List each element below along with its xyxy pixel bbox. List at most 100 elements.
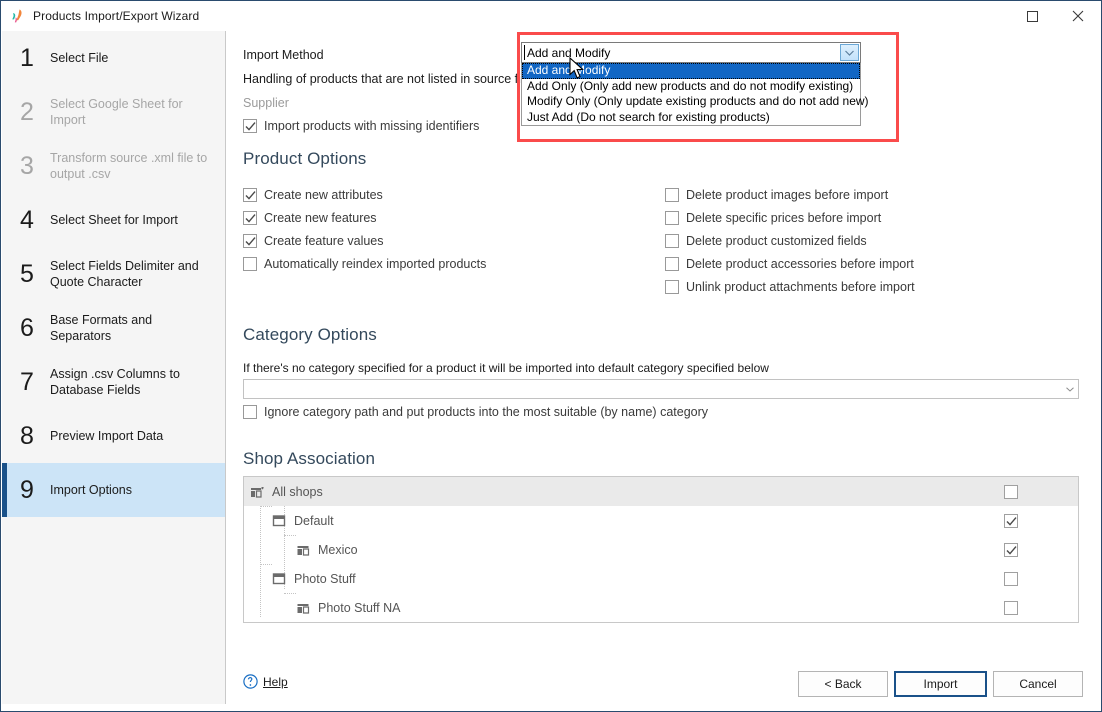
help-link[interactable]: Help — [243, 674, 288, 689]
step-number: 8 — [20, 421, 34, 450]
checkbox-label: Create new attributes — [264, 188, 383, 202]
feather-icon — [9, 8, 25, 24]
tree-checkbox-cell[interactable] — [943, 535, 1078, 564]
checkbox-ignore-category-path[interactable]: Ignore category path and put products in… — [243, 405, 708, 419]
tree-checkbox[interactable] — [1004, 571, 1018, 586]
back-button[interactable]: < Back — [798, 671, 888, 697]
checkbox-label: Delete product images before import — [686, 188, 889, 202]
checkbox-create-feature-values[interactable]: Create feature values — [243, 234, 384, 248]
sidebar-item-assign-columns[interactable]: 7 Assign .csv Columns to Database Fields — [2, 355, 225, 409]
chevron-down-icon[interactable] — [840, 44, 859, 61]
sidebar-item-fields-delimiter[interactable]: 5 Select Fields Delimiter and Quote Char… — [2, 247, 225, 301]
checkbox-auto-reindex[interactable]: Automatically reindex imported products — [243, 257, 486, 271]
checkbox-delete-accessories[interactable]: Delete product accessories before import — [665, 257, 914, 271]
step-label: Preview Import Data — [50, 429, 164, 443]
dropdown-option[interactable]: Just Add (Do not search for existing pro… — [522, 110, 860, 126]
supplier-label: Supplier — [243, 96, 289, 110]
checkbox-label: Delete specific prices before import — [686, 211, 882, 225]
checkbox-create-new-features[interactable]: Create new features — [243, 211, 377, 225]
dropdown-option[interactable]: Add and Modify — [522, 63, 860, 79]
checkbox-label: Delete product accessories before import — [686, 257, 914, 271]
table-row[interactable]: All shops — [244, 477, 1078, 506]
step-label: Import Options — [50, 483, 132, 497]
checkbox-delete-product-images[interactable]: Delete product images before import — [665, 188, 888, 202]
footer-bar: Help < Back Import Cancel — [227, 661, 1101, 711]
checkbox-create-new-attributes[interactable]: Create new attributes — [243, 188, 383, 202]
question-circle-icon — [243, 674, 258, 689]
default-category-combobox[interactable] — [243, 379, 1079, 399]
table-row[interactable]: Photo Stuff NA — [244, 593, 1078, 622]
checkbox-import-missing-identifiers[interactable]: Import products with missing identifiers — [243, 119, 479, 133]
checkbox-delete-specific-prices[interactable]: Delete specific prices before import — [665, 211, 881, 225]
table-row[interactable]: Mexico — [244, 535, 1078, 564]
checkbox-box — [665, 188, 679, 202]
checkbox-label: Unlink product attachments before import — [686, 280, 915, 294]
shop-association-heading: Shop Association — [243, 449, 376, 468]
sidebar-item-select-sheet[interactable]: 4 Select Sheet for Import — [2, 193, 225, 247]
sidebar-item-preview-import-data[interactable]: 8 Preview Import Data — [2, 409, 225, 463]
step-number: 3 — [20, 151, 34, 180]
checkbox-delete-customized-fields[interactable]: Delete product customized fields — [665, 234, 867, 248]
sidebar-item-transform-xml[interactable]: 3 Transform source .xml file to output .… — [2, 139, 225, 193]
close-icon[interactable] — [1055, 1, 1101, 31]
window-controls — [1009, 1, 1101, 31]
checkbox-box — [243, 234, 257, 248]
import-method-label: Import Method — [243, 48, 324, 62]
import-button[interactable]: Import — [894, 671, 987, 697]
tree-checkbox-cell[interactable] — [943, 506, 1078, 535]
cancel-button-label: Cancel — [1019, 677, 1057, 691]
import-method-dropdown[interactable]: Add and Modify Add and Modify Add Only (… — [521, 42, 869, 126]
tree-checkbox[interactable] — [1004, 542, 1018, 557]
dropdown-option[interactable]: Add Only (Only add new products and do n… — [522, 79, 860, 95]
tree-checkbox-cell[interactable] — [943, 564, 1078, 593]
title-bar: Products Import/Export Wizard — [1, 1, 1101, 31]
tree-item-label: Default — [294, 513, 334, 528]
wizard-steps-sidebar: 1 Select File 2 Select Google Sheet for … — [2, 31, 226, 704]
tree-checkbox[interactable] — [1004, 513, 1018, 528]
sidebar-item-select-google-sheet[interactable]: 2 Select Google Sheet for Import — [2, 85, 225, 139]
table-row[interactable]: Photo Stuff — [244, 564, 1078, 593]
checkbox-label: Automatically reindex imported products — [264, 257, 487, 271]
tree-checkbox-cell[interactable] — [943, 477, 1078, 506]
step-number: 2 — [20, 97, 34, 126]
text-caret — [524, 45, 525, 60]
shops-group-icon — [296, 543, 311, 556]
step-number: 4 — [20, 205, 34, 234]
import-button-label: Import — [923, 677, 958, 691]
checkbox-label: Delete product customized fields — [686, 234, 867, 248]
checkbox-unlink-attachments[interactable]: Unlink product attachments before import — [665, 280, 915, 294]
tree-item-label: Mexico — [318, 542, 358, 557]
checkbox-box — [243, 119, 257, 133]
dropdown-option[interactable]: Modify Only (Only update existing produc… — [522, 94, 869, 110]
import-method-dropdown-field[interactable]: Add and Modify — [521, 42, 861, 63]
checkbox-label: Create new features — [264, 211, 377, 225]
shop-association-tree[interactable]: All shops Default Mexico Photo Stuff Pho… — [243, 476, 1079, 623]
checkbox-label: Create feature values — [264, 234, 384, 248]
shop-icon — [272, 572, 287, 585]
step-number: 9 — [20, 475, 34, 504]
checkbox-box — [243, 211, 257, 225]
cancel-button[interactable]: Cancel — [993, 671, 1083, 697]
sidebar-item-select-file[interactable]: 1 Select File — [2, 31, 225, 85]
step-label: Select Sheet for Import — [50, 213, 178, 227]
chevron-down-icon[interactable] — [1062, 380, 1078, 398]
step-label: Base Formats and Separators — [50, 313, 153, 343]
sidebar-item-base-formats[interactable]: 6 Base Formats and Separators — [2, 301, 225, 355]
import-method-selected-value: Add and Modify — [527, 45, 611, 60]
category-options-heading: Category Options — [243, 325, 377, 344]
sidebar-item-import-options[interactable]: 9 Import Options — [2, 463, 225, 517]
tree-item-label: Photo Stuff NA — [318, 600, 401, 615]
table-row[interactable]: Default — [244, 506, 1078, 535]
import-options-pane: Import Method Handling of products that … — [227, 31, 1101, 711]
step-number: 6 — [20, 313, 34, 342]
step-label: Select Google Sheet for Import — [50, 97, 183, 127]
shops-group-icon — [250, 485, 265, 498]
checkbox-box — [243, 188, 257, 202]
tree-checkbox[interactable] — [1004, 600, 1018, 615]
checkbox-box — [243, 405, 257, 419]
tree-checkbox[interactable] — [1004, 484, 1018, 499]
maximize-button[interactable] — [1009, 1, 1055, 31]
tree-checkbox-cell[interactable] — [943, 593, 1078, 622]
import-method-dropdown-list[interactable]: Add and Modify Add Only (Only add new pr… — [521, 63, 869, 126]
checkbox-label: Import products with missing identifiers — [264, 119, 480, 133]
